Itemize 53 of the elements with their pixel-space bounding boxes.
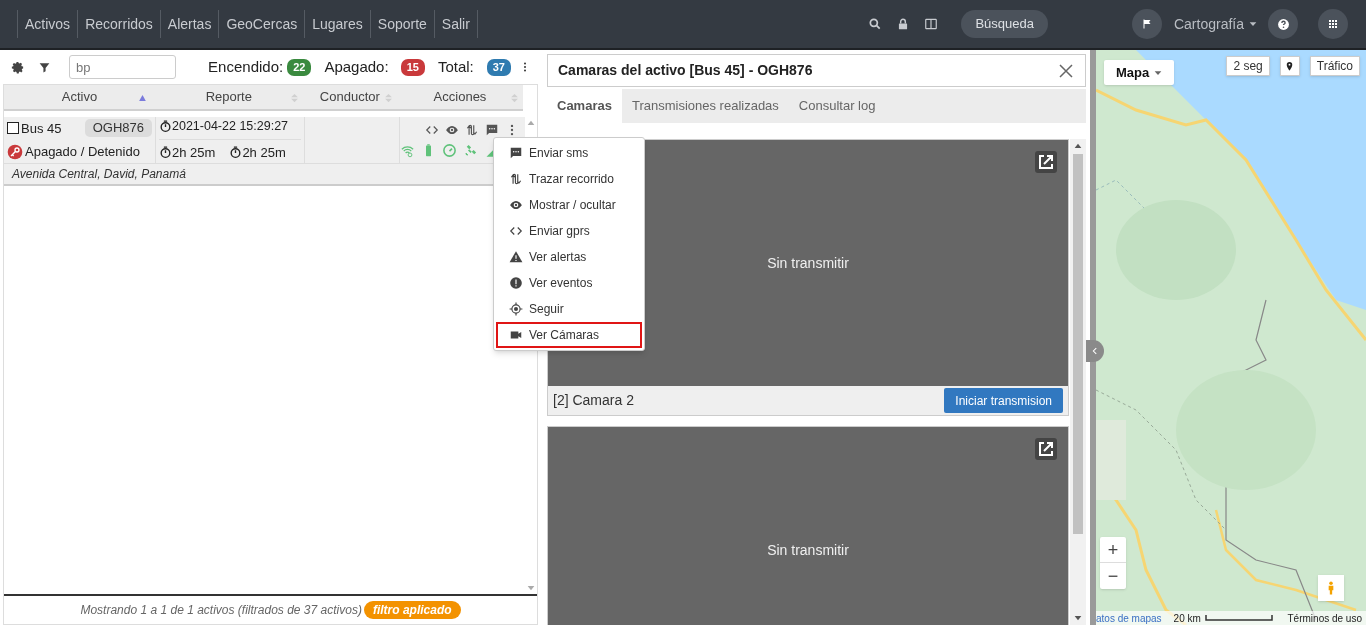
tab[interactable]: Camaras bbox=[547, 89, 622, 123]
menu-item[interactable]: Ver alertas bbox=[496, 244, 642, 270]
column-header[interactable]: Reporte bbox=[154, 85, 303, 109]
address-text: Avenida Central, David, Panamá bbox=[12, 166, 186, 183]
map-type-dropdown[interactable]: Mapa bbox=[1104, 60, 1175, 85]
dialog-title: Camaras del activo [Bus 45] - OGH876 bbox=[558, 61, 814, 80]
menu-item[interactable]: Ver Cámaras bbox=[496, 322, 642, 348]
search-button[interactable]: Búsqueda bbox=[961, 10, 1048, 38]
nav-link[interactable]: Recorridos bbox=[78, 10, 161, 38]
tab[interactable]: Consultar log bbox=[788, 89, 886, 123]
map-data-link[interactable]: atos de mapas bbox=[1096, 610, 1162, 625]
start-stream-button[interactable]: Iniciar transmision bbox=[944, 388, 1063, 413]
refresh-interval-button[interactable]: 2 seg bbox=[1226, 56, 1270, 76]
duration-text: 2h 25m bbox=[242, 144, 286, 163]
scale-label: 20 km bbox=[1173, 611, 1201, 625]
zoom-out-button[interactable]: − bbox=[1100, 563, 1126, 589]
count-badge: 37 bbox=[486, 58, 511, 76]
results-summary: Mostrando 1 a 1 de 1 activos (filtrados de 37 activos) bbox=[80, 602, 362, 619]
terms-link[interactable]: Términos de uso bbox=[1287, 610, 1366, 625]
menu-item[interactable]: Mostrar / ocultar bbox=[496, 192, 642, 218]
counter-label: Total: bbox=[437, 56, 474, 77]
column-header[interactable]: Activo bbox=[4, 85, 155, 109]
counter-label: Encendido: bbox=[208, 56, 284, 77]
menu-item[interactable]: Enviar sms bbox=[496, 140, 642, 166]
filter-field[interactable]: bp bbox=[69, 55, 176, 79]
nav-link[interactable]: Lugares bbox=[305, 10, 371, 38]
duration-text: 2h 25m bbox=[172, 144, 216, 163]
nav-link[interactable]: Salir bbox=[434, 10, 478, 38]
video-status: Sin transmitir bbox=[767, 540, 849, 560]
plate-tag: OGH876 bbox=[84, 119, 152, 138]
nav-link[interactable]: GeoCercas bbox=[219, 10, 306, 38]
video-status: Sin transmitir bbox=[767, 253, 849, 273]
asset-name: Bus 45 bbox=[21, 119, 62, 138]
report-time: 2021-04-22 15:29:27 bbox=[172, 118, 289, 136]
nav-link[interactable]: Soporte bbox=[370, 10, 435, 38]
count-badge: 15 bbox=[400, 58, 425, 76]
camera-name: [2] Camara 2 bbox=[553, 391, 634, 410]
zoom-in-button[interactable]: + bbox=[1100, 537, 1126, 563]
traffic-button[interactable]: Tráfico bbox=[1309, 56, 1360, 76]
column-header[interactable]: Acciones bbox=[396, 85, 523, 109]
menu-item[interactable]: Trazar recorrido bbox=[496, 166, 642, 192]
cartography-dropdown[interactable]: Cartografía bbox=[1173, 13, 1258, 35]
status-text: Apagado / Detenido bbox=[25, 143, 140, 161]
column-header[interactable]: Conductor bbox=[302, 85, 397, 109]
count-badge: 22 bbox=[287, 58, 312, 76]
menu-item[interactable]: Seguir bbox=[496, 296, 642, 322]
tab[interactable]: Transmisiones realizadas bbox=[621, 89, 789, 123]
filter-badge: filtro aplicado bbox=[363, 601, 461, 619]
nav-link[interactable]: Activos bbox=[18, 10, 79, 38]
menu-item[interactable]: Enviar gprs bbox=[496, 218, 642, 244]
counter-label: Apagado: bbox=[324, 56, 389, 77]
menu-item[interactable]: Ver eventos bbox=[496, 270, 642, 296]
nav-link[interactable]: Alertas bbox=[160, 10, 220, 38]
